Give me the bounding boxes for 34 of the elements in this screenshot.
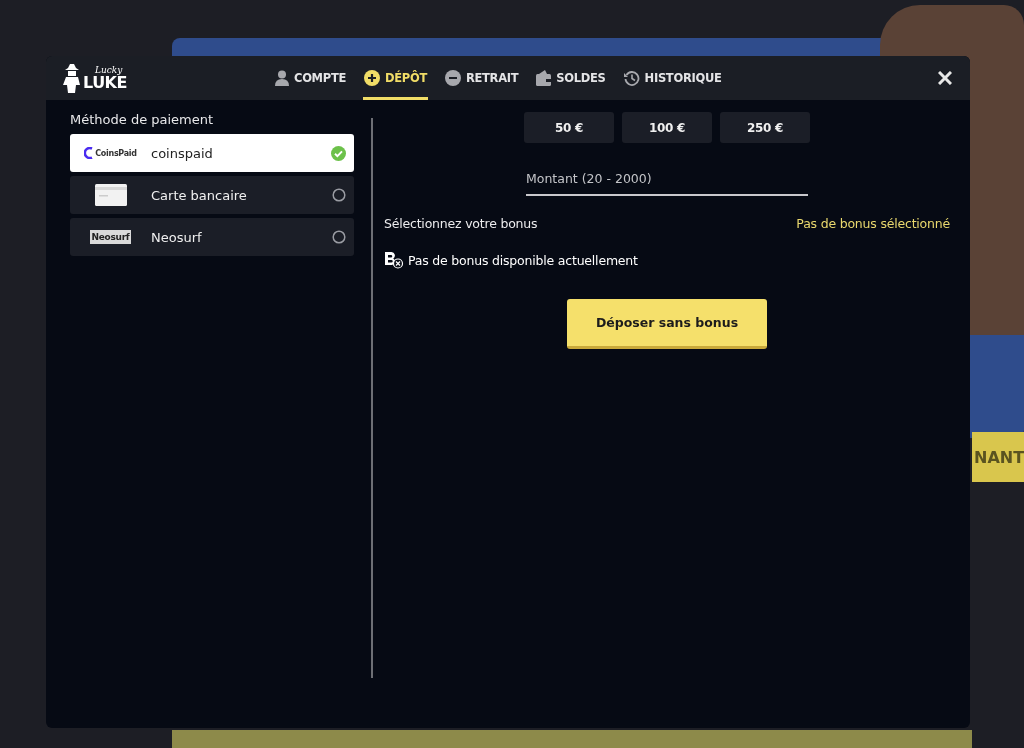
- radio-circle-icon: [332, 188, 346, 202]
- logo-text: LUKE: [83, 74, 127, 91]
- no-bonus-icon: [384, 251, 404, 269]
- plus-circle-icon: [364, 70, 380, 86]
- cowboy-icon: [62, 63, 82, 93]
- history-icon: [623, 70, 640, 86]
- deposit-button[interactable]: Déposer sans bonus: [567, 299, 767, 349]
- nav-tab[interactable]: SOLDES: [535, 56, 607, 100]
- payment-method[interactable]: Neosurf Neosurf: [70, 218, 354, 256]
- wallet-icon: [536, 70, 552, 86]
- no-bonus-message: Pas de bonus disponible actuellement: [408, 252, 638, 268]
- amount-button[interactable]: 100 €: [622, 112, 712, 143]
- user-icon: [275, 70, 289, 86]
- section-title: Méthode de paiement: [70, 112, 215, 127]
- amount-button[interactable]: 250 €: [720, 112, 810, 143]
- nav-tab[interactable]: RETRAIT: [443, 56, 520, 100]
- coinspaid-logo: CoinsPaid: [84, 147, 137, 159]
- logo-script-text: Lucky: [95, 65, 123, 75]
- close-icon: [938, 71, 952, 85]
- amount-button[interactable]: 50 €: [524, 112, 614, 143]
- amount-field[interactable]: Montant (20 - 2000): [526, 167, 808, 196]
- minus-circle-icon: [444, 70, 461, 86]
- nav-tab[interactable]: DÉPÔT: [363, 56, 428, 100]
- bank-card-icon: [94, 184, 127, 206]
- neosurf-logo: Neosurf: [89, 230, 132, 244]
- nav-tab[interactable]: HISTORIQUE: [622, 56, 723, 100]
- bonus-label: Sélectionnez votre bonus: [384, 216, 538, 231]
- logo[interactable]: Lucky LUKE: [62, 63, 262, 93]
- nav-tab[interactable]: COMPTE: [274, 56, 347, 100]
- payment-method[interactable]: Carte bancaire: [70, 176, 354, 214]
- radio-circle-icon: [332, 230, 346, 244]
- bonus-status: Pas de bonus sélectionné: [796, 216, 950, 231]
- check-circle-icon: [331, 145, 346, 161]
- payment-method[interactable]: CoinsPaid coinspaid: [70, 134, 354, 172]
